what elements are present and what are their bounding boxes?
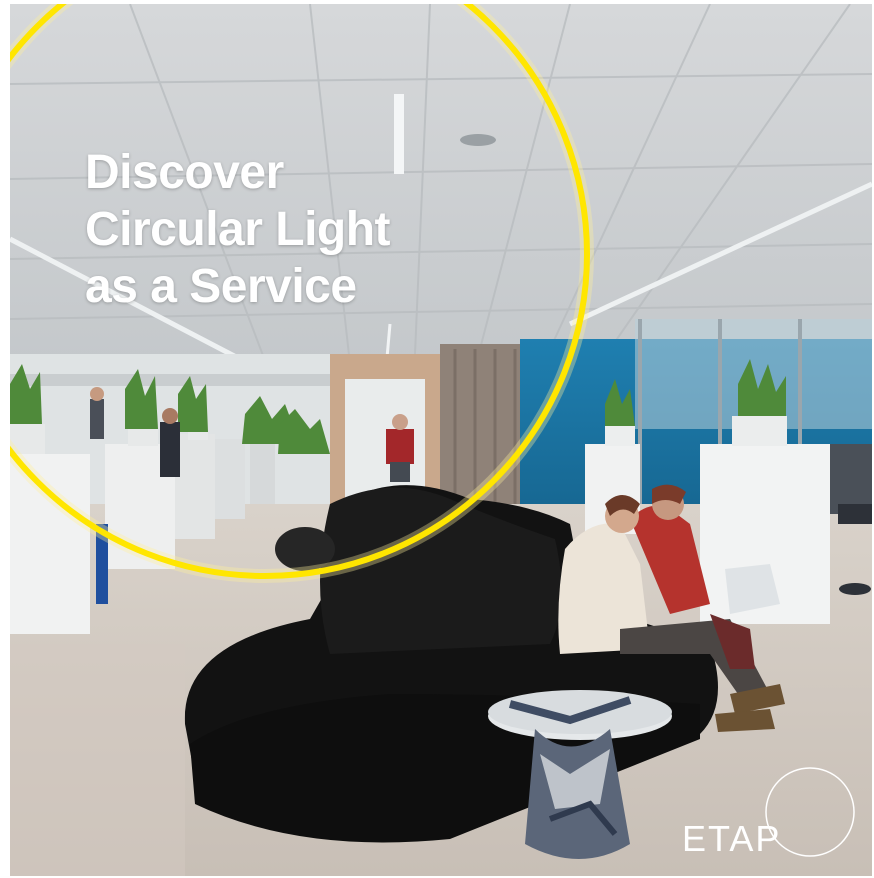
etap-logo: ETAP — [682, 764, 862, 864]
office-lounge-photo — [10, 4, 872, 876]
brand-name: ETAP — [682, 818, 782, 859]
headline: Discover Circular Light as a Service — [85, 144, 391, 315]
headline-line-1: Discover — [85, 146, 284, 199]
ad-banner: Discover Circular Light as a Service ETA… — [10, 4, 872, 876]
headline-line-3: as a Service — [85, 260, 357, 313]
headline-line-2: Circular Light — [85, 203, 391, 256]
